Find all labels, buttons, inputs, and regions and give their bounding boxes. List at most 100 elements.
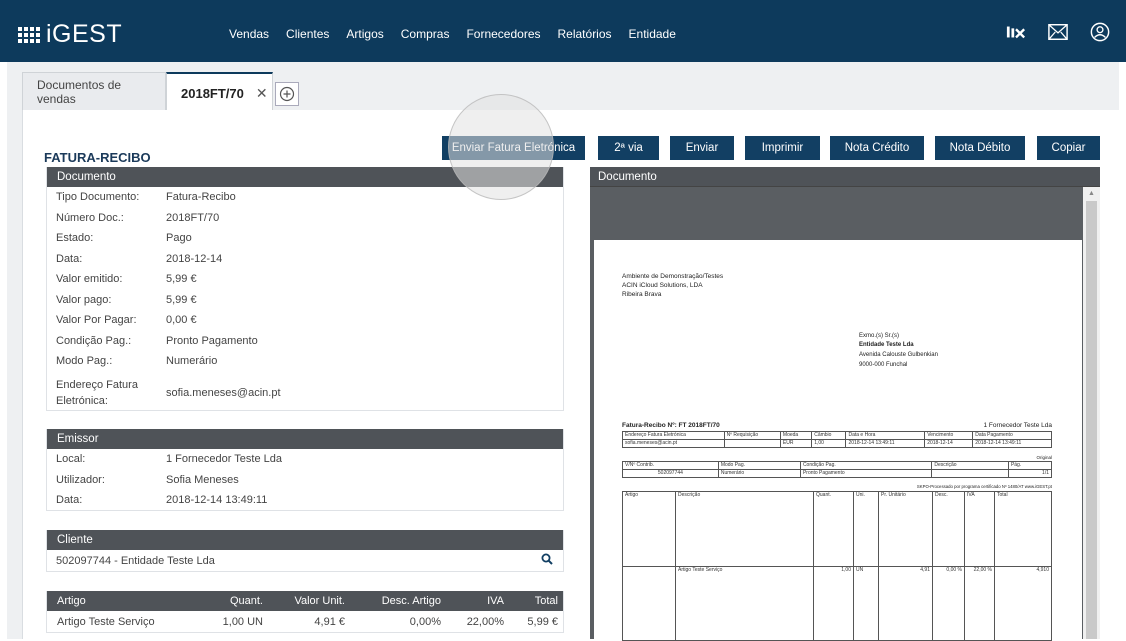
- preview-table-3: Artigo Descrição Quant. Uni. Pr. Unitári…: [622, 491, 1052, 641]
- nav-clientes[interactable]: Clientes: [286, 27, 329, 41]
- plus-circle-icon: [279, 86, 295, 102]
- tab-label: 2018FT/70: [181, 85, 244, 101]
- tab-label: Documentos de vendas: [37, 77, 122, 106]
- original-label: Original: [1036, 455, 1052, 460]
- close-icon[interactable]: ✕: [256, 85, 268, 102]
- cell: Uni.: [853, 491, 879, 567]
- row-value: 2018FT/70: [166, 211, 220, 224]
- cell: Data e Hora: [845, 431, 926, 440]
- artigos-table: Artigo Quant. Valor Unit. Desc. Artigo I…: [46, 591, 564, 633]
- cell-total: 5,99 €: [527, 616, 558, 628]
- preview-row: 502097744 Numerário Pronto Pagamento 1/1: [622, 469, 1053, 478]
- cell: Total: [994, 491, 1052, 567]
- preview-row: sofia.meneses@acin.pt EUR 1,00 2018-12-1…: [622, 439, 1052, 448]
- cliente-row[interactable]: 502097744 - Entidade Teste Lda: [47, 550, 563, 571]
- cell-artigo: Artigo Teste Serviço: [57, 616, 155, 628]
- nav-entidade[interactable]: Entidade: [629, 27, 676, 41]
- tab-documentos-vendas[interactable]: Documentos de vendas: [22, 72, 166, 110]
- section-header: Cliente: [47, 530, 563, 550]
- row-value: 2018-12-14 13:49:11: [166, 494, 268, 506]
- recipient-line: Entidade Teste Lda: [859, 342, 914, 348]
- nav-compras[interactable]: Compras: [401, 27, 450, 41]
- cell: Artigo Teste Serviço: [675, 565, 814, 641]
- add-tab-button[interactable]: [275, 82, 299, 106]
- send-einvoice-button[interactable]: Enviar Fatura Eletrónica: [442, 136, 585, 160]
- scroll-thumb[interactable]: [1086, 201, 1097, 639]
- cell: Modo Pag.: [717, 461, 801, 470]
- cell: Desc.: [932, 491, 965, 567]
- cell: Numerário: [717, 469, 801, 478]
- row-key: Endereço Fatura Eletrónica:: [56, 377, 166, 409]
- col-quant: Quant.: [229, 595, 263, 607]
- emitter-line: Ribeira Brava: [622, 291, 662, 298]
- credit-note-button[interactable]: Nota Crédito: [830, 136, 924, 160]
- cell: 22,00 %: [964, 565, 995, 641]
- emissor-section: Emissor Local: 1 Fornecedor Teste Lda Uti…: [46, 429, 564, 511]
- recipient-line: 9000-000 Funchal: [859, 362, 908, 368]
- info-row: Valor emitido: 5,99 €: [47, 273, 563, 294]
- cell: Vencimento: [924, 431, 974, 440]
- row-value: sofia.meneses@acin.pt: [166, 386, 281, 399]
- row-key: Valor emitido:: [56, 273, 123, 285]
- table-header: Artigo Quant. Valor Unit. Desc. Artigo I…: [47, 591, 563, 611]
- cell-valor-unit: 4,91 €: [314, 616, 345, 628]
- row-value: Pago: [166, 232, 192, 244]
- nav-fornecedores[interactable]: Fornecedores: [466, 27, 540, 41]
- row-value: 5,99 €: [166, 273, 197, 285]
- col-desc-artigo: Desc. Artigo: [381, 595, 441, 607]
- info-row: Data: 2018-12-14: [47, 253, 563, 274]
- print-button[interactable]: Imprimir: [745, 136, 820, 160]
- info-row: Tipo Documento: Fatura-Recibo: [47, 191, 563, 212]
- cell: 2018-12-14: [924, 439, 974, 448]
- ilx-icon[interactable]: [1006, 22, 1026, 42]
- send-button[interactable]: Enviar: [670, 136, 734, 160]
- user-icon[interactable]: [1090, 22, 1110, 42]
- tab-2018ft70[interactable]: 2018FT/70 ✕: [166, 72, 273, 112]
- nav-vendas[interactable]: Vendas: [229, 27, 269, 41]
- copy-button[interactable]: Copiar: [1037, 136, 1100, 160]
- debit-note-button[interactable]: Nota Débito: [935, 136, 1025, 160]
- cell: [723, 439, 781, 448]
- cell: Nº Requisição: [723, 431, 781, 440]
- invoice-page: Ambiente de Demonstração/Testes ACIN iCl…: [594, 240, 1082, 641]
- preview-row: Endereço Fatura Eletrónica Nº Requisição…: [622, 431, 1052, 440]
- scroll-up-icon[interactable]: ▲: [1088, 190, 1095, 197]
- preview-table-2: V/Nº Contrib. Modo Pag. Condição Pag. De…: [622, 461, 1053, 478]
- preview-scrollbar[interactable]: ▲: [1083, 187, 1100, 639]
- emitter-line: ACIN iCloud Solutions, LDA: [622, 282, 703, 289]
- preview-row: Artigo Teste Serviço 1,00 UN 4,91 0,00 %…: [622, 565, 1052, 641]
- cell: EUR: [779, 439, 813, 448]
- table-row[interactable]: Artigo Teste Serviço 1,00 UN 4,91 € 0,00…: [47, 611, 563, 633]
- igest-logo[interactable]: iGEST: [18, 20, 122, 49]
- cell: V/Nº Contrib.: [622, 461, 719, 470]
- certification-text: SKPO-Processado por programa certificado…: [916, 484, 1052, 489]
- page-title: FATURA-RECIBO: [44, 150, 151, 165]
- preview-row: Artigo Descrição Quant. Uni. Pr. Unitári…: [622, 491, 1052, 567]
- row-key: Data:: [56, 494, 83, 506]
- row-key: Tipo Documento:: [56, 191, 140, 203]
- preview-row: V/Nº Contrib. Modo Pag. Condição Pag. De…: [622, 461, 1053, 470]
- cell: sofia.meneses@acin.pt: [622, 439, 725, 448]
- info-row: Data: 2018-12-14 13:49:11: [47, 494, 563, 515]
- logo-grid-icon: [18, 26, 40, 43]
- nav-relatorios[interactable]: Relatórios: [558, 27, 612, 41]
- preview-table-1: Endereço Fatura Eletrónica Nº Requisição…: [622, 431, 1052, 448]
- nav-artigos[interactable]: Artigos: [346, 27, 383, 41]
- cell: [622, 565, 676, 641]
- cell: 2018-12-14 13:49:11: [845, 439, 926, 448]
- cell: IVA: [964, 491, 995, 567]
- info-row: Valor pago: 5,99 €: [47, 294, 563, 315]
- cell: 0,00 %: [932, 565, 965, 641]
- cell: 1/1: [1007, 469, 1053, 478]
- second-copy-button[interactable]: 2ª via: [598, 136, 659, 160]
- cell: 502097744: [622, 469, 719, 478]
- cell: 2018-12-14 13:49:11: [972, 439, 1052, 448]
- search-icon[interactable]: [541, 553, 553, 568]
- mail-icon[interactable]: [1048, 22, 1068, 42]
- col-artigo: Artigo: [57, 595, 86, 607]
- cell-desc: 0,00%: [409, 616, 441, 628]
- info-row-email: Endereço Fatura Eletrónica: sofia.meneses…: [47, 376, 563, 410]
- top-icons: [1006, 22, 1110, 42]
- info-row: Número Doc.: 2018FT/70: [47, 212, 563, 233]
- row-key-line1: Endereço Fatura: [56, 378, 138, 391]
